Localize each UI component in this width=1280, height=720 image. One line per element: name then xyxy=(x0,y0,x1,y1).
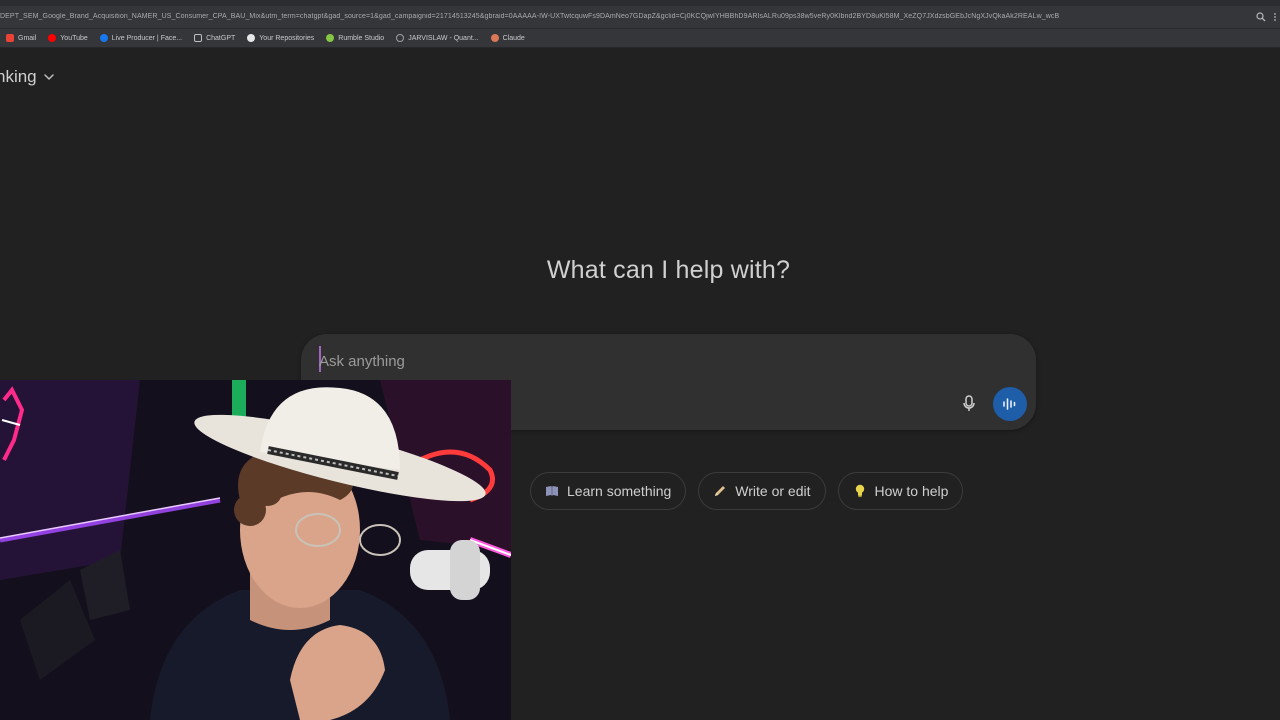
bookmark-gmail[interactable]: Gmail xyxy=(6,31,36,45)
suggestion-write-or-edit[interactable]: Write or edit xyxy=(698,472,826,510)
chevron-down-icon xyxy=(43,74,54,80)
book-icon xyxy=(545,484,559,498)
chatgpt-icon xyxy=(194,34,203,42)
bookmark-live-producer[interactable]: Live Producer | Face... xyxy=(99,31,183,45)
github-icon xyxy=(247,34,256,42)
gmail-icon xyxy=(6,34,14,42)
chip-label: How to help xyxy=(874,483,949,499)
bookmark-label: Claude xyxy=(502,34,525,42)
suggestion-chips: Learn something Write or edit How to hel… xyxy=(530,472,964,510)
rumble-icon xyxy=(326,34,335,42)
bookmark-label: ChatGPT xyxy=(206,34,236,42)
bookmark-label: Live Producer | Face... xyxy=(111,34,183,42)
suggestion-learn-something[interactable]: Learn something xyxy=(530,472,687,510)
webcam-overlay xyxy=(0,380,511,720)
bookmark-label: Gmail xyxy=(18,34,37,42)
chip-label: Write or edit xyxy=(735,483,811,499)
bookmark-youtube[interactable]: YouTube xyxy=(48,31,88,45)
facebook-icon xyxy=(99,34,108,42)
pencil-icon xyxy=(713,484,727,498)
bookmark-chatgpt[interactable]: ChatGPT xyxy=(194,31,235,45)
address-bar[interactable]: DEPT_SEM_Google_Brand_Acquisition_NAMER_… xyxy=(0,0,1280,29)
microphone-icon xyxy=(963,395,975,411)
model-selector[interactable]: nking xyxy=(0,66,55,88)
bookmarks-bar: Gmail YouTube Live Producer | Face... Ch… xyxy=(0,29,1280,48)
more-icon[interactable] xyxy=(1272,12,1278,22)
prompt-input[interactable] xyxy=(319,350,879,372)
bookmark-rumble-studio[interactable]: Rumble Studio xyxy=(326,31,384,45)
zoom-icon[interactable] xyxy=(1256,12,1266,22)
bookmark-your-repositories[interactable]: Your Repositories xyxy=(247,31,314,45)
bookmark-label: YouTube xyxy=(60,34,88,42)
dictate-button[interactable] xyxy=(957,392,981,416)
bookmark-label: Rumble Studio xyxy=(338,34,385,42)
suggestion-how-to-help[interactable]: How to help xyxy=(837,472,964,510)
bookmark-label: JARVISLAW - Quant... xyxy=(408,34,479,42)
tab-strip-edge xyxy=(0,0,1280,6)
url-text[interactable]: DEPT_SEM_Google_Brand_Acquisition_NAMER_… xyxy=(0,13,1250,25)
voice-waveform-icon xyxy=(1003,398,1016,410)
youtube-icon xyxy=(48,34,57,42)
claude-icon xyxy=(490,34,499,42)
bookmark-jarvislaw[interactable]: JARVISLAW - Quant... xyxy=(396,31,479,45)
model-label: nking xyxy=(0,67,37,86)
bookmark-label: Your Repositories xyxy=(259,34,315,42)
page-title: What can I help with? xyxy=(546,256,791,284)
chip-label: Learn something xyxy=(567,483,672,499)
lightbulb-icon xyxy=(853,484,867,498)
bookmark-claude[interactable]: Claude xyxy=(490,31,525,45)
globe-icon xyxy=(396,34,405,42)
voice-mode-button[interactable] xyxy=(993,387,1027,421)
webcam-feed-image xyxy=(0,380,511,720)
